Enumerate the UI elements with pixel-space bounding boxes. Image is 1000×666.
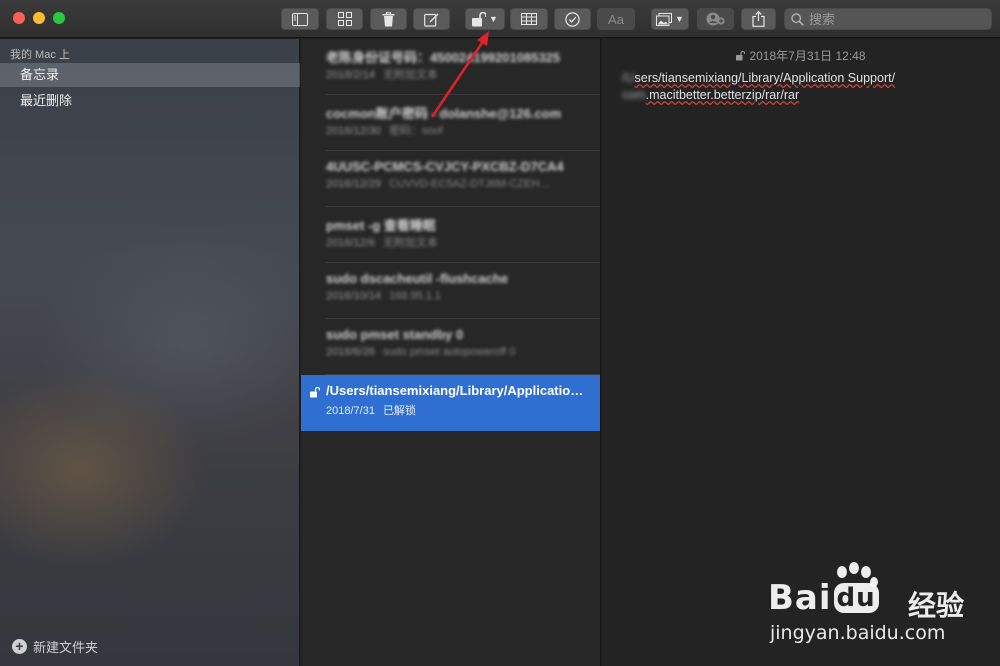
note-date: 2016/10/14	[326, 290, 382, 302]
note-list-item[interactable]: sudo pmset standby 0 2016/6/26 sudo pmset…	[301, 319, 600, 375]
grid-icon	[337, 12, 352, 26]
share-icon	[752, 11, 765, 27]
toggle-sidebar-button[interactable]	[281, 8, 319, 30]
note-date: 2016/12/29	[326, 178, 382, 190]
note-date: 2018/2/14	[326, 69, 375, 81]
note-body-line[interactable]: /Users/tiansemixiang/Library/Application…	[622, 71, 895, 85]
note-meta: 2016/12/6 无附加文本	[326, 234, 591, 250]
unlocked-icon	[310, 387, 320, 398]
sidebar-item-label: 最近删除	[20, 93, 73, 108]
chevron-down-icon: ▼	[489, 14, 498, 24]
unlocked-icon	[736, 51, 746, 61]
note-preview: sudo pmset autopoweroff 0	[382, 346, 516, 358]
compose-icon	[424, 13, 439, 27]
note-meta: 2016/12/29 CUVVD-EC5AZ-DTJ6M-CZEH…	[326, 178, 591, 190]
note-meta: 2016/12/30 密码：soof	[326, 122, 591, 138]
sidebar-item-notes[interactable]: 备忘录	[0, 63, 300, 87]
trash-icon	[382, 11, 395, 26]
note-list-item[interactable]: cocmon账户密码 - dolanshe@126.com 2016/12/30…	[301, 95, 600, 151]
lock-note-button[interactable]: ▼	[465, 8, 505, 30]
note-body-line[interactable]: com.macitbetter.betterzip/rar/rar	[622, 88, 799, 102]
share-button[interactable]	[741, 8, 776, 30]
note-title: cocmon账户密码 - dolanshe@126.com	[326, 106, 562, 121]
note-title: pmset -g 查看睡眠	[326, 218, 436, 233]
chevron-down-icon: ▼	[675, 14, 684, 24]
table-icon	[521, 13, 537, 25]
note-list-item[interactable]: 4UUSC-PCMCS-CVJCY-PXCBZ-D7CA4 2016/12/29…	[301, 151, 600, 207]
note-date: 2016/12/30	[326, 125, 382, 137]
note-text: sers/tiansemixiang/Library/Application S…	[634, 71, 896, 85]
add-people-button[interactable]	[697, 8, 734, 30]
note-list-item[interactable]: pmset -g 查看睡眠 2016/12/6 无附加文本	[301, 207, 600, 263]
note-list: 老陈身份证号码：450024199201085325 2018/2/14 无附加文…	[301, 39, 601, 666]
note-title: 老陈身份证号码：450024199201085325	[326, 50, 561, 65]
note-preview: CUVVD-EC5AZ-DTJ6M-CZEH…	[389, 178, 551, 190]
plus-circle-icon: +	[12, 639, 27, 654]
checklist-button[interactable]	[554, 8, 591, 30]
note-timestamp: 2018年7月31日 12:48	[602, 47, 1000, 64]
sidebar-section-header: 我的 Mac 上	[10, 49, 70, 61]
zoom-window-button[interactable]	[53, 12, 65, 24]
note-list-item[interactable]: sudo dscacheutil -flushcache 2016/10/14 1…	[301, 263, 600, 319]
add-person-icon	[706, 12, 725, 26]
new-folder-label: 新建文件夹	[33, 640, 99, 655]
minimize-window-button[interactable]	[33, 12, 45, 24]
note-text-redacted: com	[622, 88, 646, 102]
insert-table-button[interactable]	[510, 8, 548, 30]
note-title: sudo dscacheutil -flushcache	[326, 271, 509, 286]
search-box[interactable]	[784, 8, 992, 30]
font-format-label: Aa	[608, 11, 624, 27]
watermark-url: jingyan.baidu.com	[770, 622, 946, 644]
note-title: /Users/tiansemixiang/Library/Application…	[326, 383, 591, 398]
note-meta: 2016/6/26 sudo pmset autopoweroff 0	[326, 346, 591, 358]
note-title: sudo pmset standby 0	[326, 327, 464, 342]
sidebar-item-label: 备忘录	[20, 67, 60, 82]
close-window-button[interactable]	[13, 12, 25, 24]
delete-note-button[interactable]	[370, 8, 407, 30]
sidebar-item-recently-deleted[interactable]: 最近删除	[0, 89, 300, 113]
note-meta: 2018/7/31 已解锁	[326, 402, 591, 418]
note-title: 4UUSC-PCMCS-CVJCY-PXCBZ-D7CA4	[326, 159, 564, 174]
unlocked-icon	[472, 11, 487, 26]
note-preview: 无附加文本	[382, 237, 438, 249]
search-input[interactable]	[809, 11, 979, 27]
note-meta: 2018/2/14 无附加文本	[326, 66, 591, 82]
new-folder-button[interactable]: + 新建文件夹	[12, 637, 98, 656]
search-icon	[791, 12, 804, 26]
sidebar-icon	[292, 12, 308, 26]
note-list-item-selected[interactable]: /Users/tiansemixiang/Library/Application…	[301, 375, 600, 431]
gallery-view-button[interactable]	[326, 8, 363, 30]
watermark-cn-text: 经验	[908, 590, 965, 621]
note-preview: 密码：soof	[389, 125, 443, 137]
note-list-item[interactable]: 老陈身份证号码：450024199201085325 2018/2/14 无附加文…	[301, 39, 600, 95]
note-preview: 无附加文本	[382, 69, 438, 81]
note-date: 2018/7/31	[326, 405, 375, 417]
new-note-button[interactable]	[413, 8, 450, 30]
checkmark-circle-icon	[565, 11, 580, 27]
note-text: .macitbetter.betterzip/rar/rar	[645, 88, 800, 102]
note-date: 2016/6/26	[326, 346, 375, 358]
note-date: 2016/12/6	[326, 237, 375, 249]
note-preview: 已解锁	[382, 405, 416, 417]
folder-sidebar: 我的 Mac 上 备忘录 最近删除 + 新建文件夹	[0, 39, 300, 666]
title-bar: ▼ Aa ▼	[0, 0, 1000, 38]
insert-media-button[interactable]: ▼	[651, 8, 689, 30]
format-text-button[interactable]: Aa	[597, 8, 635, 30]
photo-icon	[656, 12, 673, 26]
note-preview: 168.95.1.1	[389, 290, 442, 302]
baidu-watermark: Bai du 经验 jingyan.baidu.com	[760, 560, 990, 650]
note-text-redacted: /U	[622, 71, 635, 85]
note-date-text: 2018年7月31日 12:48	[749, 49, 866, 63]
note-meta: 2016/10/14 168.95.1.1	[326, 290, 591, 302]
watermark-brand: Bai du	[768, 578, 879, 618]
